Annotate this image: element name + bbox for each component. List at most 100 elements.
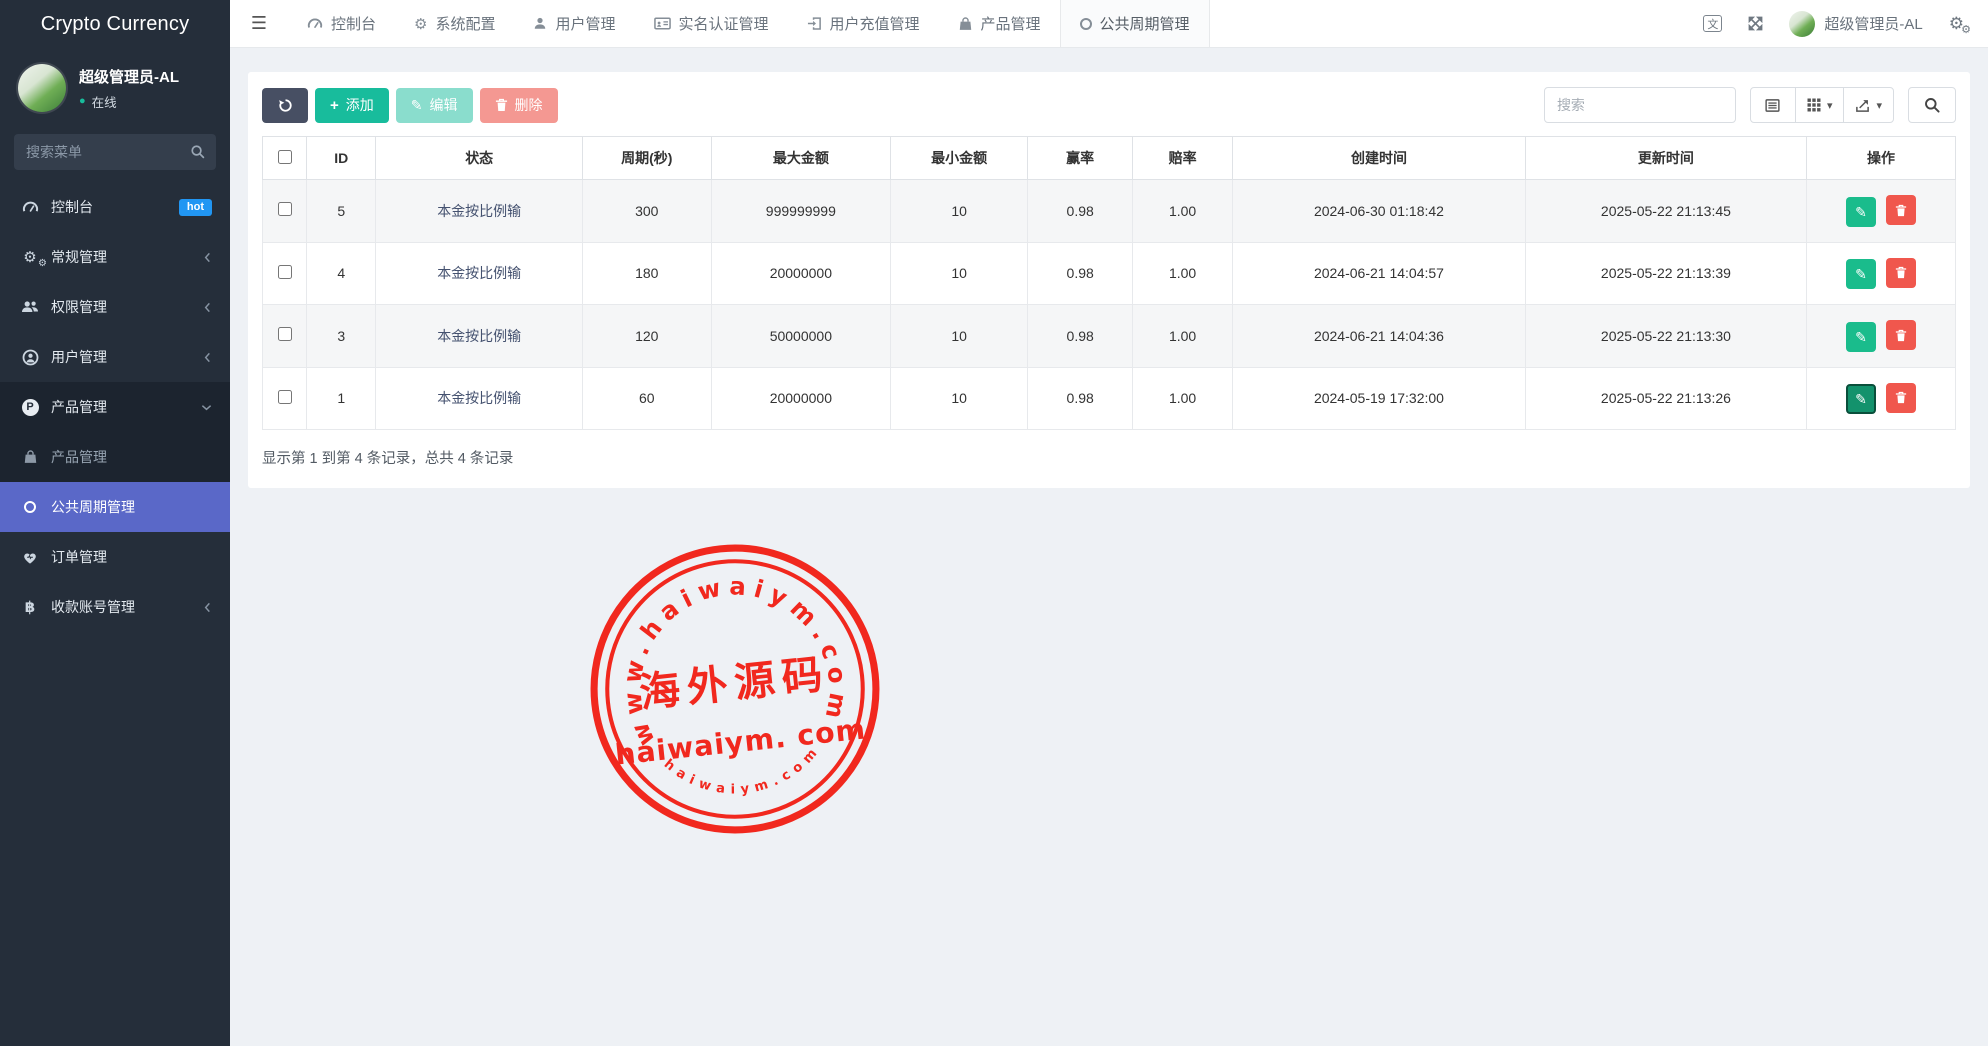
settings-button[interactable]: ⚙ ⚙: [1949, 14, 1964, 34]
id-card-icon: [654, 16, 671, 31]
search-icon: [190, 144, 205, 159]
hamburger-icon: ☰: [251, 13, 267, 34]
toolbar-search-area: ▾ ▾: [1544, 87, 1956, 123]
cell-status[interactable]: 本金按比例输: [437, 328, 521, 344]
delete-button[interactable]: 删除: [480, 88, 558, 123]
topbar-user-name: 超级管理员-AL: [1824, 13, 1922, 34]
data-panel: + 添加 ✎ 编辑 删除: [248, 72, 1970, 488]
cell-odds: 1.00: [1133, 367, 1233, 430]
tab-user-management[interactable]: 用户管理: [514, 0, 634, 47]
sidebar-item-label: 订单管理: [51, 547, 107, 567]
columns-button[interactable]: ▾: [1795, 87, 1845, 123]
cell-period: 60: [582, 367, 711, 430]
p-circle-icon: P: [18, 399, 42, 416]
sidebar: Crypto Currency 超级管理员-AL ● 在线 控制台 hot ⚙⚙: [0, 0, 230, 1046]
select-all-checkbox[interactable]: [278, 150, 292, 164]
cell-win-rate: 0.98: [1028, 180, 1133, 243]
status-label: 在线: [92, 92, 117, 111]
user-icon: [533, 16, 547, 31]
sidebar-subitem-period[interactable]: 公共周期管理: [0, 482, 230, 532]
tab-user-recharge[interactable]: 用户充值管理: [788, 0, 939, 47]
edit-button[interactable]: ✎ 编辑: [396, 88, 473, 123]
trash-icon: [1895, 329, 1907, 342]
sidebar-item-permission[interactable]: 权限管理: [0, 282, 230, 332]
sidebar-item-payment-accounts[interactable]: ฿ 收款账号管理: [0, 582, 230, 632]
sidebar-item-label: 常规管理: [51, 247, 107, 267]
cell-status[interactable]: 本金按比例输: [437, 203, 521, 219]
row-edit-button[interactable]: ✎: [1846, 259, 1876, 289]
table-row: 1 本金按比例输 60 20000000 10 0.98 1.00 2024-0…: [263, 367, 1956, 430]
tab-label: 实名认证管理: [679, 13, 769, 34]
cell-updated: 2025-05-22 21:13:26: [1525, 367, 1806, 430]
row-checkbox[interactable]: [278, 390, 292, 404]
cell-min: 10: [891, 367, 1028, 430]
column-header[interactable]: 更新时间: [1525, 137, 1806, 180]
refresh-icon: [278, 98, 293, 113]
export-button[interactable]: ▾: [1843, 87, 1894, 123]
hamburger-button[interactable]: ☰: [230, 0, 288, 47]
avatar: [18, 64, 66, 112]
tab-dashboard[interactable]: 控制台: [288, 0, 395, 47]
user-circle-icon: [18, 349, 42, 366]
row-checkbox[interactable]: [278, 265, 292, 279]
tab-system-config[interactable]: ⚙ 系统配置: [395, 0, 514, 47]
column-header[interactable]: 创建时间: [1233, 137, 1526, 180]
gear-icon: ⚙: [1961, 23, 1971, 36]
refresh-button[interactable]: [262, 88, 308, 123]
sidebar-subitem-product[interactable]: 产品管理: [0, 432, 230, 482]
column-header: 操作: [1806, 137, 1955, 180]
row-checkbox[interactable]: [278, 202, 292, 216]
user-name: 超级管理员-AL: [79, 66, 179, 87]
sidebar-subitem-label: 公共周期管理: [51, 497, 135, 517]
cell-updated: 2025-05-22 21:13:39: [1525, 242, 1806, 305]
online-status: ● 在线: [79, 92, 179, 111]
row-delete-button[interactable]: [1886, 258, 1916, 288]
column-header[interactable]: 最小金额: [891, 137, 1028, 180]
column-header[interactable]: 赢率: [1028, 137, 1133, 180]
topbar-user-menu[interactable]: 超级管理员-AL: [1789, 11, 1922, 37]
search-submit-button[interactable]: [1908, 87, 1956, 123]
pencil-icon: ✎: [1855, 205, 1867, 219]
tab-product-management[interactable]: 产品管理: [939, 0, 1060, 47]
row-edit-button[interactable]: ✎: [1846, 197, 1876, 227]
tab-public-period[interactable]: 公共周期管理: [1060, 0, 1210, 47]
language-button[interactable]: 文: [1703, 15, 1722, 32]
toggle-view-button[interactable]: [1750, 87, 1796, 123]
tachometer-icon: [307, 16, 323, 32]
column-header[interactable]: 赔率: [1133, 137, 1233, 180]
toolbar-actions: + 添加 ✎ 编辑 删除: [262, 88, 558, 123]
row-delete-button[interactable]: [1886, 320, 1916, 350]
table-view-buttons: ▾ ▾: [1750, 87, 1894, 123]
sidebar-item-dashboard[interactable]: 控制台 hot: [0, 182, 230, 232]
tab-identity-verification[interactable]: 实名认证管理: [635, 0, 788, 47]
sidebar-item-product-group[interactable]: P 产品管理: [0, 382, 230, 432]
cell-status[interactable]: 本金按比例输: [437, 265, 521, 281]
gear-icon: ⚙: [414, 15, 427, 33]
cell-status[interactable]: 本金按比例输: [437, 390, 521, 406]
tab-label: 控制台: [331, 13, 376, 34]
row-edit-button[interactable]: ✎: [1846, 384, 1876, 414]
row-checkbox[interactable]: [278, 327, 292, 341]
tab-label: 公共周期管理: [1100, 13, 1190, 34]
cell-win-rate: 0.98: [1028, 305, 1133, 368]
tachometer-icon: [18, 199, 42, 216]
row-edit-button[interactable]: ✎: [1846, 322, 1876, 352]
row-delete-button[interactable]: [1886, 195, 1916, 225]
menu-search-input[interactable]: [14, 134, 216, 170]
column-header[interactable]: 状态: [376, 137, 583, 180]
table-row: 4 本金按比例输 180 20000000 10 0.98 1.00 2024-…: [263, 242, 1956, 305]
fullscreen-button[interactable]: [1748, 16, 1763, 31]
column-header[interactable]: 最大金额: [711, 137, 890, 180]
tab-label: 用户管理: [555, 13, 615, 34]
row-delete-button[interactable]: [1886, 383, 1916, 413]
sidebar-item-users[interactable]: 用户管理: [0, 332, 230, 382]
column-header[interactable]: ID: [307, 137, 376, 180]
add-button[interactable]: + 添加: [315, 88, 389, 123]
sidebar-item-general[interactable]: ⚙⚙ 常规管理: [0, 232, 230, 282]
sidebar-item-orders[interactable]: 订单管理: [0, 532, 230, 582]
cell-id: 5: [307, 180, 376, 243]
pagination-summary: 显示第 1 到第 4 条记录，总共 4 条记录: [262, 447, 1956, 468]
table-search-input[interactable]: [1544, 87, 1736, 123]
column-header[interactable]: 周期(秒): [582, 137, 711, 180]
cell-max: 20000000: [711, 242, 890, 305]
